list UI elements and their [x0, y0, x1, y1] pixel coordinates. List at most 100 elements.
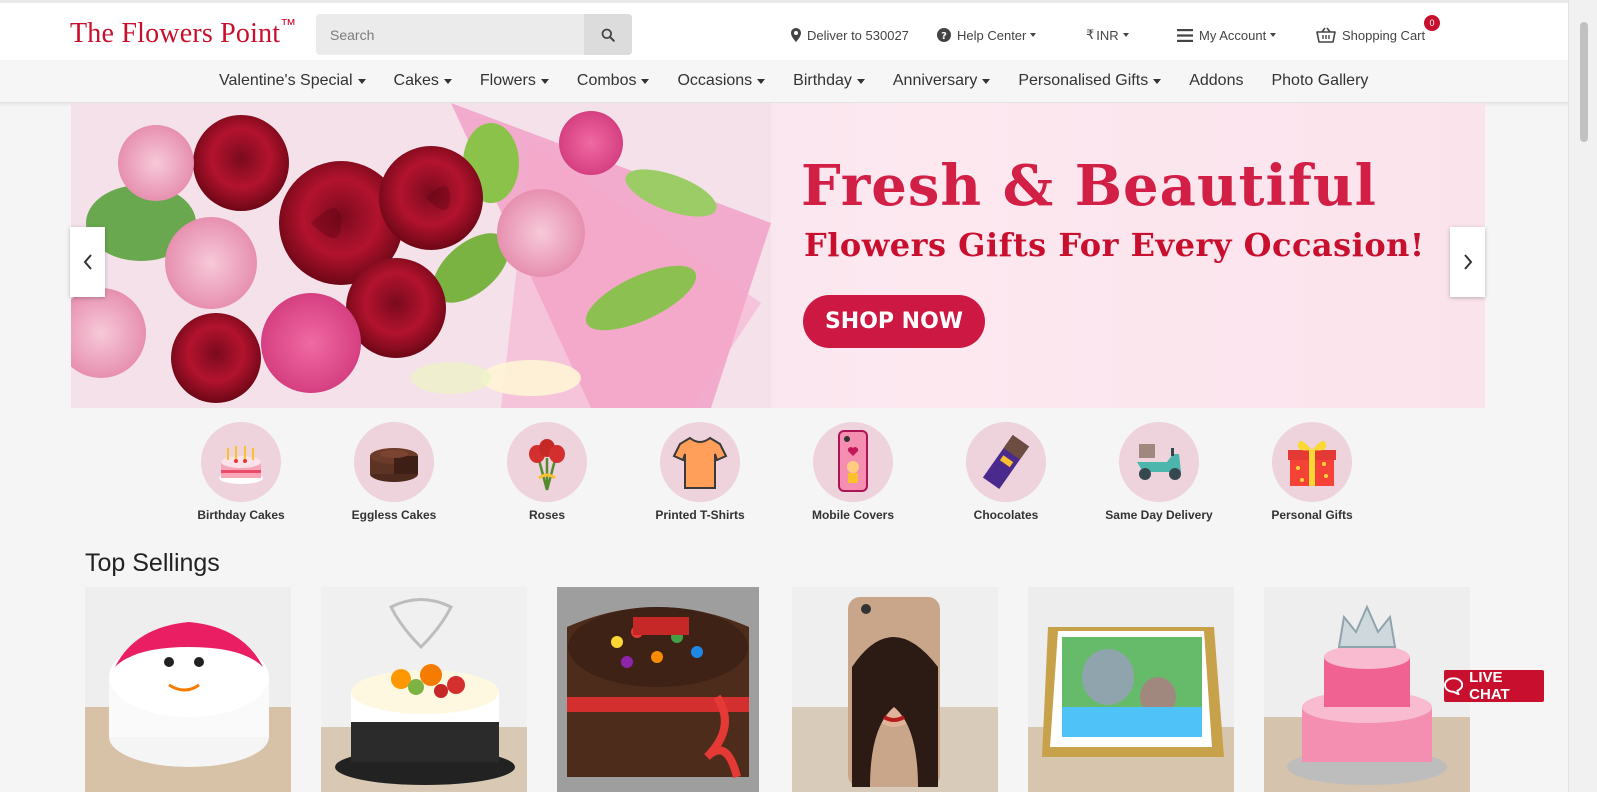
main-nav-list: Valentine's Special Cakes Flowers Combos Occ… [219, 72, 1396, 90]
help-center-menu[interactable]: ? Help Center [937, 25, 1037, 45]
chevron-down-icon [540, 78, 549, 84]
page: The Flowers Point™ Deliver to 530027 ? H… [0, 0, 1597, 792]
mobile-cover-icon [838, 430, 868, 492]
search-bar [316, 14, 632, 55]
category-circle [1272, 422, 1352, 502]
my-account-menu[interactable]: My Account [1177, 25, 1277, 45]
nav-item-label: Cakes [393, 72, 439, 89]
category-circle [1119, 422, 1199, 502]
birthday-cake-icon [219, 446, 263, 484]
shopping-basket-icon [1316, 27, 1336, 43]
product-card[interactable] [85, 587, 291, 792]
nav-item-combos[interactable]: Combos [577, 72, 650, 90]
live-chat-button[interactable]: LIVE CHAT [1444, 669, 1544, 703]
category-label: Eggless Cakes [351, 508, 437, 522]
shop-now-button[interactable]: SHOP NOW [803, 295, 985, 348]
product-card[interactable] [1264, 587, 1470, 792]
nav-item-label: Addons [1189, 72, 1244, 89]
product-card[interactable] [321, 587, 527, 792]
category-circle [966, 422, 1046, 502]
nav-item-label: Personalised Gifts [1018, 72, 1149, 89]
smiley-cake-image [85, 587, 291, 792]
category-eggless-cakes[interactable]: Eggless Cakes [319, 422, 469, 522]
map-marker-icon [791, 28, 801, 42]
nav-item-label: Valentine's Special [219, 72, 353, 89]
shopping-cart-link[interactable]: Shopping Cart [1316, 25, 1425, 45]
carousel-prev-button[interactable] [70, 227, 105, 297]
delivery-scooter-icon [1137, 444, 1181, 480]
nav-item-valentine-s-special[interactable]: Valentine's Special [219, 72, 366, 90]
product-card[interactable] [557, 587, 759, 792]
search-button[interactable] [584, 14, 632, 55]
site-logo[interactable]: The Flowers Point™ [70, 17, 297, 50]
chat-bubble-icon [1444, 677, 1464, 695]
category-personal-gifts[interactable]: Personal Gifts [1237, 422, 1387, 522]
currency-selector[interactable]: ₹ INR [1086, 25, 1129, 45]
nav-item-addons[interactable]: Addons [1189, 72, 1243, 90]
category-circle [660, 422, 740, 502]
chevron-left-icon [83, 254, 92, 270]
page-content: The Flowers Point™ Deliver to 530027 ? H… [0, 0, 1568, 792]
page-scrollbar[interactable] [1568, 0, 1597, 792]
chocolate-cake-icon [370, 448, 418, 482]
banner-subheadline: Flowers Gifts For Every Occasion! [804, 226, 1425, 264]
category-label: Birthday Cakes [197, 508, 285, 522]
princess-cake-image [1264, 587, 1470, 792]
chevron-down-icon [1030, 33, 1037, 37]
chevron-down-icon [1153, 78, 1162, 84]
rupee-icon: ₹ [1086, 27, 1095, 42]
list-menu-icon [1177, 28, 1193, 42]
nav-item-birthday[interactable]: Birthday [793, 72, 865, 90]
category-label: Mobile Covers [811, 508, 895, 522]
category-label: Roses [528, 508, 566, 522]
top-sellings-title: Top Sellings [85, 549, 220, 577]
product-card[interactable] [1028, 587, 1234, 792]
logo-text: The Flowers Point [70, 18, 281, 49]
category-label: Same Day Delivery [1105, 508, 1213, 522]
nav-item-label: Birthday [793, 72, 852, 89]
category-label: Personal Gifts [1271, 508, 1353, 522]
tshirt-icon [672, 436, 728, 489]
nav-item-flowers[interactable]: Flowers [480, 72, 549, 90]
banner-headline: Fresh & Beautiful [801, 153, 1377, 219]
nav-item-personalised-gifts[interactable]: Personalised Gifts [1018, 72, 1162, 90]
nav-item-photo-gallery[interactable]: Photo Gallery [1271, 72, 1368, 90]
chocolate-bar-icon [982, 434, 1030, 490]
carousel-next-button[interactable] [1450, 227, 1485, 297]
category-printed-t-shirts[interactable]: Printed T-Shirts [625, 422, 775, 522]
gift-box-icon [1288, 440, 1336, 486]
chevron-down-icon [443, 78, 452, 84]
nav-item-occasions[interactable]: Occasions [677, 72, 766, 90]
nav-item-label: Combos [576, 72, 637, 89]
category-chocolates[interactable]: Chocolates [931, 422, 1081, 522]
category-circle [201, 422, 281, 502]
svg-text:?: ? [941, 31, 947, 42]
chevron-down-icon [856, 78, 865, 84]
product-card[interactable] [792, 587, 998, 792]
chevron-down-icon [357, 78, 366, 84]
chevron-down-icon [1270, 33, 1277, 37]
deliver-label: Deliver to 530027 [807, 27, 909, 43]
category-same-day-delivery[interactable]: Same Day Delivery [1084, 422, 1234, 522]
category-roses[interactable]: Roses [472, 422, 622, 522]
top-header: The Flowers Point™ Deliver to 530027 ? H… [0, 0, 1568, 60]
hero-banner: Fresh & Beautiful Flowers Gifts For Ever… [71, 103, 1485, 408]
category-label: Chocolates [973, 508, 1039, 522]
category-mobile-covers[interactable]: Mobile Covers [778, 422, 928, 522]
deliver-location[interactable]: Deliver to 530027 [791, 25, 909, 45]
nav-item-label: Photo Gallery [1271, 72, 1369, 89]
nav-item-cakes[interactable]: Cakes [394, 72, 452, 90]
nav-item-label: Occasions [677, 72, 753, 89]
chevron-right-icon [1463, 254, 1472, 270]
category-circle [507, 422, 587, 502]
my-account-label: My Account [1199, 27, 1267, 43]
search-input[interactable] [316, 14, 584, 55]
shopping-cart-label: Shopping Cart [1342, 27, 1426, 43]
nav-item-label: Flowers [479, 72, 536, 89]
kitkat-cake-image [557, 587, 759, 792]
flower-bouquet-image [71, 103, 771, 408]
category-birthday-cakes[interactable]: Birthday Cakes [166, 422, 316, 522]
photo-mobile-cover-image [792, 587, 998, 792]
nav-item-anniversary[interactable]: Anniversary [893, 72, 991, 90]
scrollbar-thumb[interactable] [1580, 22, 1588, 142]
